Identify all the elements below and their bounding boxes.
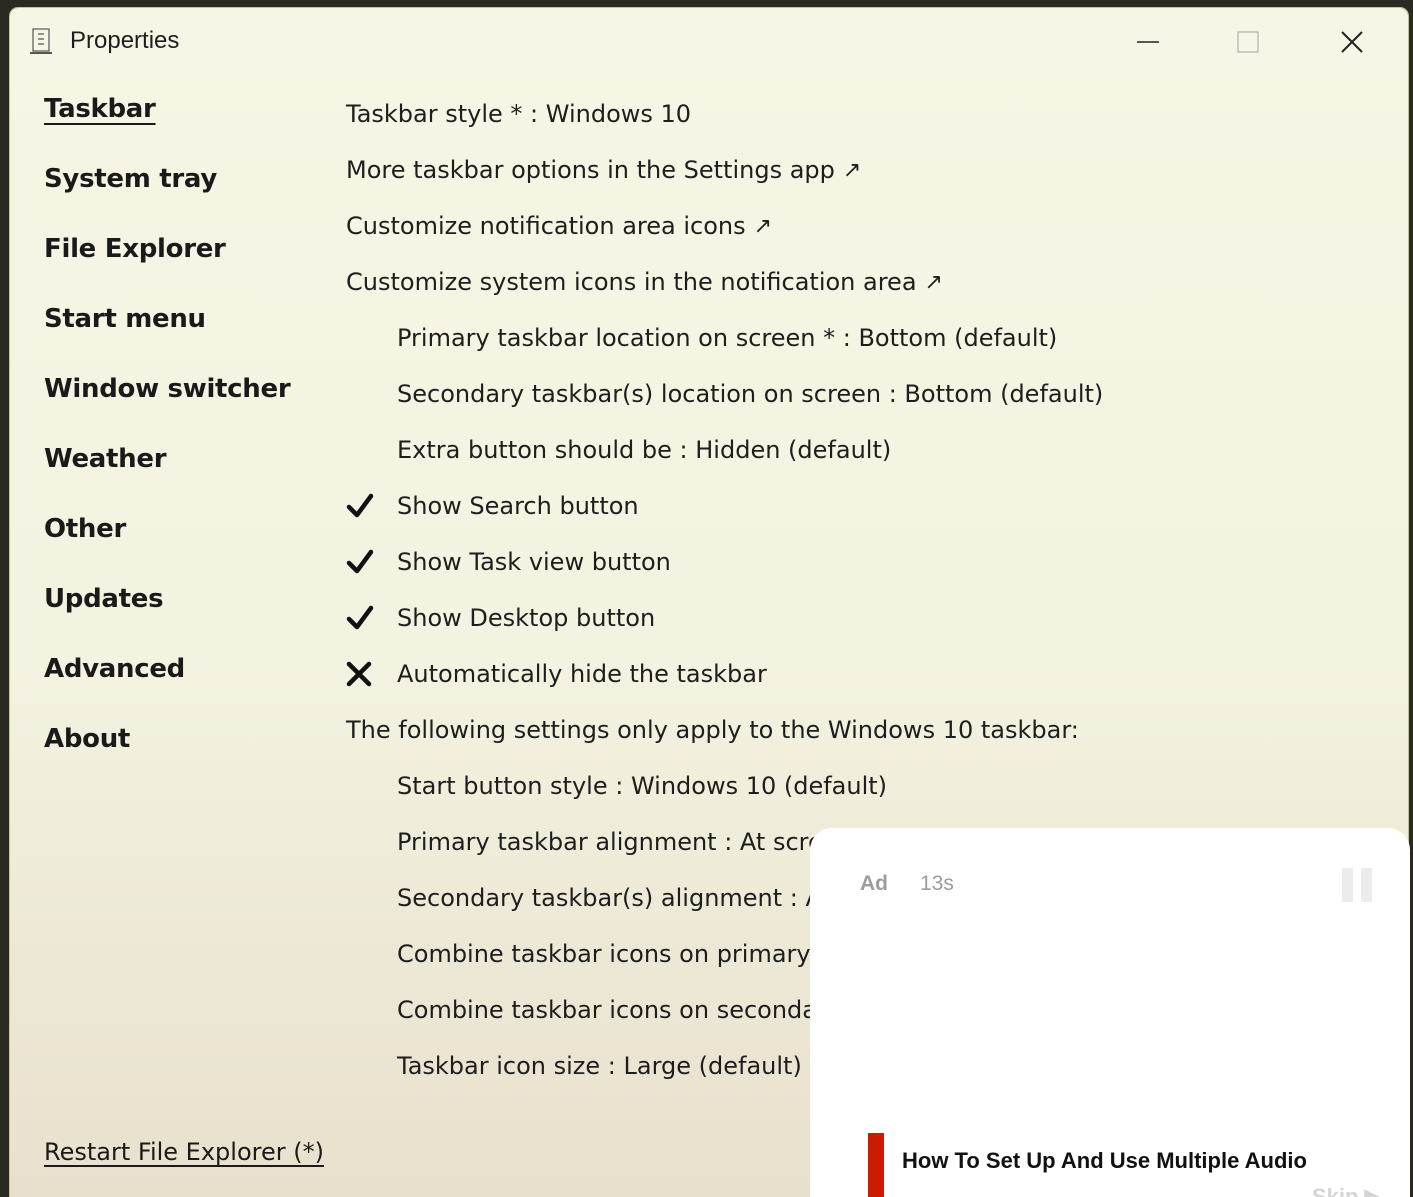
- app-icon: [30, 28, 52, 54]
- window-title: Properties: [70, 27, 180, 54]
- ad-label: Ad: [860, 872, 888, 895]
- external-link-icon: ↗: [753, 213, 773, 239]
- start-button-style-setting[interactable]: Start button style : Windows 10 (default…: [346, 758, 1396, 814]
- sidebar-item-file-explorer[interactable]: File Explorer: [44, 234, 334, 304]
- more-taskbar-options-label: More taskbar options in the Settings app: [346, 156, 835, 184]
- sidebar-item-updates[interactable]: Updates: [44, 584, 334, 654]
- show-desktop-button-toggle[interactable]: Show Desktop button: [346, 590, 1396, 646]
- maximize-icon: [1237, 31, 1259, 53]
- ad-accent-bar: [868, 1133, 884, 1197]
- taskbar-icon-size-label: Taskbar icon size : Large (default): [397, 1052, 802, 1080]
- show-search-button-label: Show Search button: [397, 492, 639, 520]
- restart-file-explorer-link[interactable]: Restart File Explorer (*): [44, 1138, 324, 1166]
- show-task-view-button-label: Show Task view button: [397, 548, 671, 576]
- secondary-taskbar-alignment-label: Secondary taskbar(s) alignment : At: [397, 884, 831, 912]
- cross-icon: [346, 661, 397, 687]
- close-icon: [1341, 31, 1363, 53]
- show-desktop-button-label: Show Desktop button: [397, 604, 656, 632]
- show-search-button-toggle[interactable]: Show Search button: [346, 478, 1396, 534]
- sidebar-nav: Taskbar System tray File Explorer Start …: [44, 94, 334, 794]
- sidebar-item-window-switcher[interactable]: Window switcher: [44, 374, 334, 444]
- extra-button-setting[interactable]: Extra button should be : Hidden (default…: [346, 422, 1396, 478]
- minimize-icon: [1137, 41, 1159, 43]
- sidebar-item-other[interactable]: Other: [44, 514, 334, 584]
- sidebar-item-system-tray[interactable]: System tray: [44, 164, 334, 234]
- customize-notification-icons-link[interactable]: Customize notification area icons ↗: [346, 198, 1396, 254]
- sidebar-item-taskbar[interactable]: Taskbar: [44, 94, 334, 164]
- checkmark-icon: [346, 493, 397, 519]
- primary-taskbar-location-label: Primary taskbar location on screen * : B…: [397, 324, 1058, 352]
- checkmark-icon: [346, 549, 397, 575]
- windows10-note: The following settings only apply to the…: [346, 702, 1396, 758]
- title-bar[interactable]: Properties: [10, 8, 1408, 78]
- ad-timer: 13s: [920, 872, 954, 895]
- skip-ad-button[interactable]: Skip ▶: [1312, 1184, 1382, 1197]
- combine-primary-icons-label: Combine taskbar icons on primary t: [397, 940, 828, 968]
- customize-notification-icons-label: Customize notification area icons: [346, 212, 746, 240]
- sidebar-item-about[interactable]: About: [44, 724, 334, 794]
- start-button-style-label: Start button style : Windows 10 (default…: [397, 772, 888, 800]
- sidebar-item-advanced[interactable]: Advanced: [44, 654, 334, 724]
- sidebar-item-start-menu[interactable]: Start menu: [44, 304, 334, 374]
- extra-button-label: Extra button should be : Hidden (default…: [397, 436, 892, 464]
- pause-icon[interactable]: [1342, 868, 1372, 902]
- video-ad-overlay[interactable]: Ad 13s How To Set Up And Use Multiple Au…: [810, 828, 1410, 1197]
- external-link-icon: ↗: [924, 269, 943, 295]
- more-taskbar-options-link[interactable]: More taskbar options in the Settings app…: [346, 142, 1396, 198]
- secondary-taskbar-location-setting[interactable]: Secondary taskbar(s) location on screen …: [346, 366, 1396, 422]
- maximize-button[interactable]: [1218, 20, 1278, 64]
- taskbar-style-setting[interactable]: Taskbar style * : Windows 10: [346, 86, 1396, 142]
- auto-hide-taskbar-label: Automatically hide the taskbar: [397, 660, 767, 688]
- customize-system-icons-link[interactable]: Customize system icons in the notificati…: [346, 254, 1396, 310]
- windows10-note-label: The following settings only apply to the…: [346, 716, 1079, 744]
- show-task-view-button-toggle[interactable]: Show Task view button: [346, 534, 1396, 590]
- auto-hide-taskbar-toggle[interactable]: Automatically hide the taskbar: [346, 646, 1396, 702]
- combine-secondary-icons-label: Combine taskbar icons on secondar: [397, 996, 827, 1024]
- customize-system-icons-label: Customize system icons in the notificati…: [346, 268, 917, 296]
- close-button[interactable]: [1322, 20, 1382, 64]
- checkmark-icon: [346, 605, 397, 631]
- ad-video-title[interactable]: How To Set Up And Use Multiple Audio: [902, 1148, 1307, 1174]
- minimize-button[interactable]: [1118, 20, 1178, 64]
- sidebar-item-weather[interactable]: Weather: [44, 444, 334, 514]
- primary-taskbar-location-setting[interactable]: Primary taskbar location on screen * : B…: [346, 310, 1396, 366]
- external-link-icon: ↗: [842, 157, 862, 183]
- taskbar-style-label: Taskbar style * : Windows 10: [346, 100, 692, 128]
- secondary-taskbar-location-label: Secondary taskbar(s) location on screen …: [397, 380, 1104, 408]
